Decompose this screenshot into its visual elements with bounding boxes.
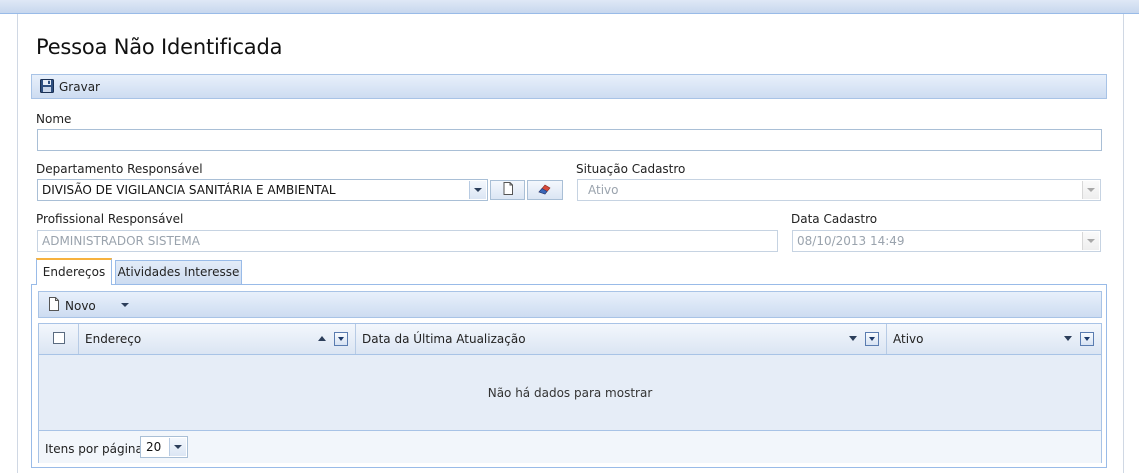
- profissional-label: Profissional Responsável: [36, 212, 184, 226]
- items-per-page-select[interactable]: 20: [140, 436, 188, 458]
- main-toolbar: Gravar: [31, 74, 1107, 99]
- situacao-dropdown-button[interactable]: [1082, 181, 1099, 199]
- items-per-page-dropdown-button[interactable]: [169, 438, 186, 456]
- save-button-label: Gravar: [59, 80, 100, 94]
- enderecos-grid: Endereço Data da Última Atualização Ativ…: [38, 323, 1102, 463]
- chevron-down-icon: [174, 445, 182, 449]
- situacao-value: Ativo: [588, 183, 619, 197]
- grid-toolbar: Novo: [38, 291, 1102, 318]
- floppy-disk-icon: [40, 78, 54, 96]
- departamento-value: DIVISÃO DE VIGILANCIA SANITÁRIA E AMBIEN…: [42, 183, 336, 197]
- column-header-endereco[interactable]: Endereço: [79, 324, 356, 354]
- departamento-select[interactable]: DIVISÃO DE VIGILANCIA SANITÁRIA E AMBIEN…: [37, 179, 488, 201]
- new-button[interactable]: Novo: [48, 297, 96, 314]
- column-menu-icon[interactable]: [334, 332, 348, 346]
- column-header-label: Endereço: [85, 332, 142, 346]
- grid-empty-message: Não há dados para mostrar: [39, 355, 1101, 430]
- column-menu-icon[interactable]: [865, 332, 879, 346]
- clear-departamento-button[interactable]: [527, 180, 563, 200]
- sort-asc-icon: [318, 336, 326, 341]
- column-header-data-ultima-atualizacao[interactable]: Data da Última Atualização: [356, 324, 887, 354]
- departamento-label: Departamento Responsável: [36, 162, 203, 176]
- data-cadastro-input[interactable]: 08/10/2013 14:49: [792, 230, 1101, 252]
- new-document-icon: [502, 182, 514, 198]
- column-menu-icon[interactable]: [1080, 332, 1094, 346]
- select-all-column: [39, 324, 79, 354]
- eraser-icon: [538, 183, 552, 198]
- column-header-ativo[interactable]: Ativo: [887, 324, 1101, 354]
- sort-desc-icon: [849, 336, 857, 341]
- chevron-down-icon: [474, 188, 482, 192]
- page-title: Pessoa Não Identificada: [36, 35, 283, 59]
- column-header-label: Ativo: [893, 332, 924, 346]
- save-button[interactable]: Gravar: [40, 78, 100, 96]
- select-all-checkbox[interactable]: [53, 332, 65, 344]
- new-departamento-button[interactable]: [490, 180, 525, 200]
- new-button-label: Novo: [65, 298, 96, 313]
- new-button-dropdown[interactable]: [121, 303, 129, 307]
- data-cadastro-dropdown-button[interactable]: [1082, 232, 1099, 250]
- top-bar: [0, 0, 1139, 14]
- chevron-down-icon: [121, 303, 129, 307]
- grid-pager: Itens por página: 20: [39, 430, 1101, 463]
- departamento-dropdown-button[interactable]: [469, 181, 486, 199]
- grid-header: Endereço Data da Última Atualização Ativ…: [39, 324, 1101, 355]
- chevron-down-icon: [1087, 188, 1095, 192]
- items-per-page-label: Itens por página:: [45, 442, 147, 456]
- tab-atividades-interesse[interactable]: Atividades Interesse: [115, 260, 242, 284]
- situacao-label: Situação Cadastro: [576, 162, 686, 176]
- nome-label: Nome: [36, 112, 72, 126]
- nome-input[interactable]: [37, 129, 1102, 151]
- tab-enderecos[interactable]: Endereços: [36, 258, 112, 285]
- data-cadastro-label: Data Cadastro: [791, 212, 878, 226]
- new-document-icon: [48, 297, 60, 314]
- items-per-page-value: 20: [146, 440, 162, 454]
- situacao-select[interactable]: Ativo: [577, 179, 1101, 201]
- chevron-down-icon: [1087, 239, 1095, 243]
- sort-desc-icon: [1064, 336, 1072, 341]
- column-header-label: Data da Última Atualização: [362, 332, 526, 346]
- profissional-input[interactable]: ADMINISTRADOR SISTEMA: [37, 230, 778, 252]
- data-cadastro-value: 08/10/2013 14:49: [797, 234, 905, 248]
